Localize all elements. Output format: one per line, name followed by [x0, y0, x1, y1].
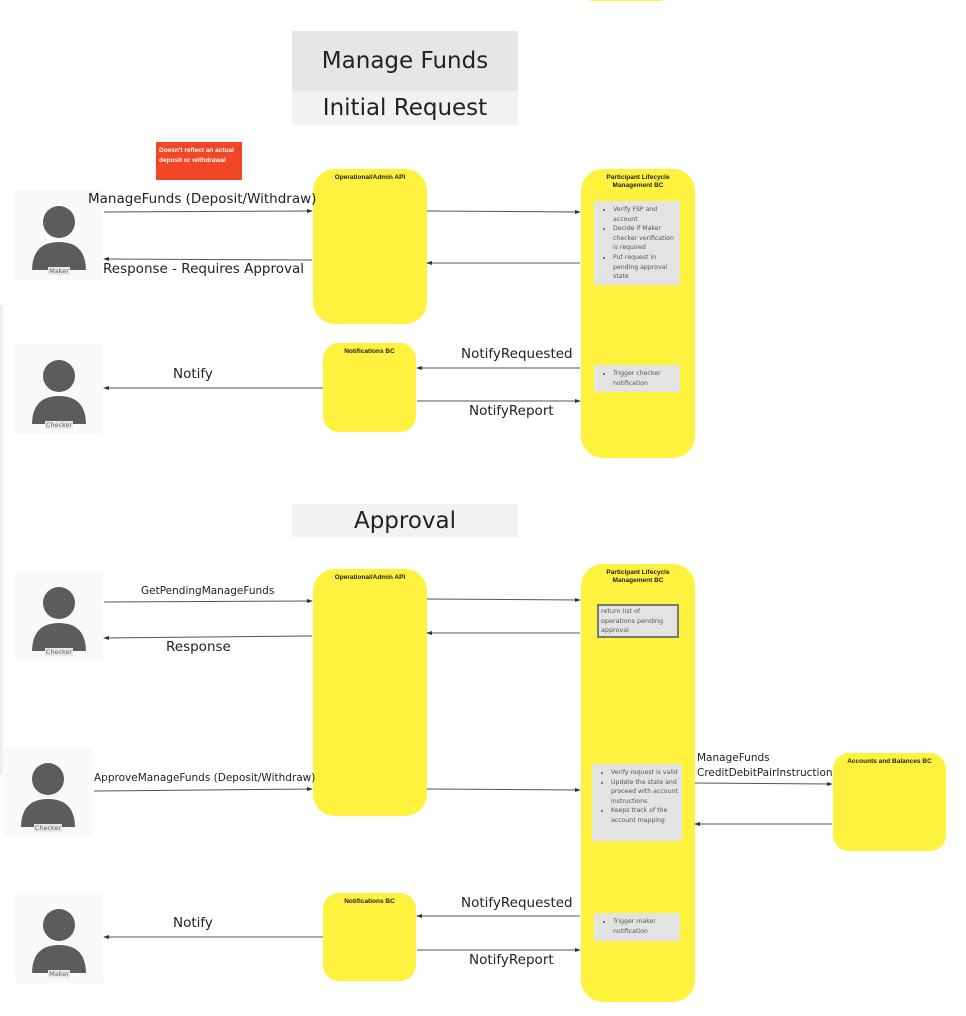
- arrow-response-requires-approval: [103, 257, 313, 262]
- arrow-credit-debit: [694, 781, 833, 786]
- arrow-layer: [93, 209, 833, 952]
- arrow-get-pending: [103, 599, 313, 604]
- arrow-manage-funds: [103, 209, 313, 214]
- arrow-admin-to-plm-approve: [426, 787, 581, 792]
- arrow-admin-to-plm: [426, 209, 581, 214]
- arrow-admin-to-plm-list: [426, 597, 581, 602]
- arrow-response: [103, 635, 313, 640]
- arrow-approve: [93, 787, 313, 792]
